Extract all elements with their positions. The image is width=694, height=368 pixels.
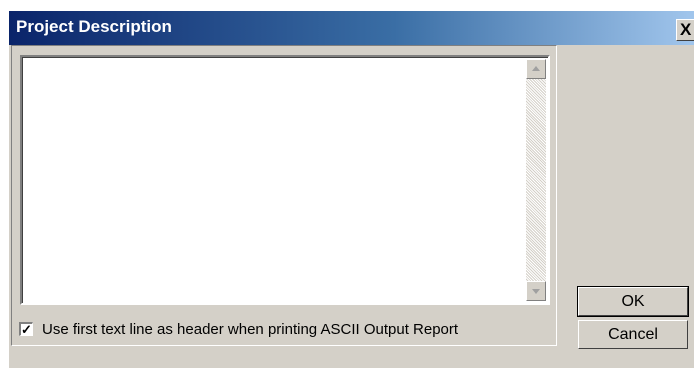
close-button[interactable]: X: [676, 19, 694, 41]
header-checkbox[interactable]: ✓: [19, 322, 33, 336]
vertical-scrollbar[interactable]: [526, 59, 546, 301]
arrow-down-icon: [532, 289, 540, 294]
scroll-up-button[interactable]: [526, 59, 546, 79]
description-textarea[interactable]: [20, 55, 550, 305]
title-bar: Project Description: [9, 11, 694, 45]
scroll-down-button[interactable]: [526, 281, 546, 301]
description-text[interactable]: [22, 57, 548, 303]
arrow-up-icon: [532, 66, 540, 71]
cancel-button[interactable]: Cancel: [578, 320, 688, 349]
ok-button[interactable]: OK: [577, 286, 689, 317]
header-checkbox-label[interactable]: Use first text line as header when print…: [42, 321, 458, 338]
header-checkbox-row[interactable]: ✓ Use first text line as header when pri…: [19, 319, 458, 339]
dialog-title: Project Description: [16, 17, 172, 36]
